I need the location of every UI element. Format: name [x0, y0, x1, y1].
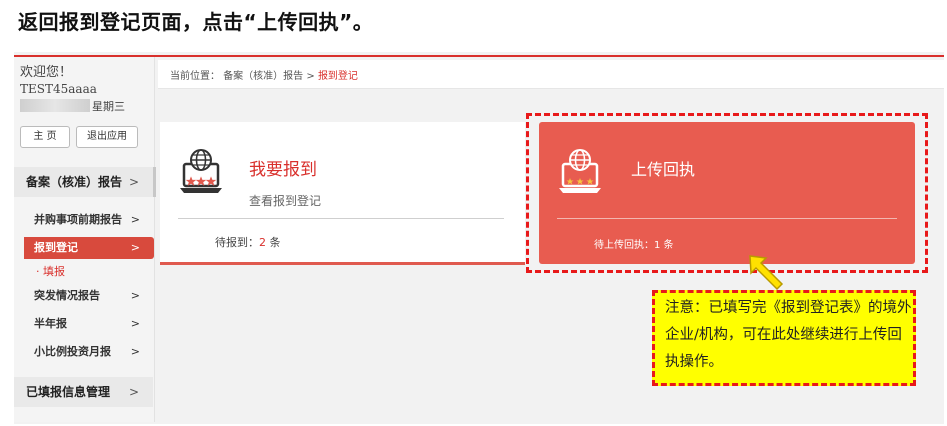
status-unit: 条 — [269, 236, 281, 249]
sidebar: 欢迎您！ TEST45aaaa 星期三 主 页 退出应用 备案（核准）报告 > … — [14, 57, 156, 422]
card-report-desc[interactable]: 查看报到登记 — [249, 192, 321, 209]
sidebar-item-registration[interactable]: 报到登记 > — [24, 237, 154, 259]
breadcrumb-current: 报到登记 — [317, 71, 358, 82]
welcome-text: 欢迎您！ — [20, 65, 73, 80]
breadcrumb: 当前位置： 备案（核准）报告 > 报到登记 — [158, 60, 944, 89]
chevron-right-icon: > — [130, 289, 140, 302]
divider — [178, 218, 504, 219]
menu-filed-info-management[interactable]: 已填报信息管理 > — [14, 377, 153, 407]
highlight-dashed-box — [526, 113, 928, 273]
sidebar-item-label: 报到登记 — [34, 241, 78, 254]
sidebar-item-small-investment-monthly[interactable]: 小比例投资月报 > — [24, 341, 154, 363]
chevron-right-icon: > — [130, 213, 140, 226]
sidebar-item-label: 小比例投资月报 — [34, 345, 111, 358]
chevron-right-icon: > — [130, 345, 140, 358]
home-button[interactable]: 主 页 — [20, 126, 70, 148]
status-count: 2 — [259, 236, 266, 249]
card-report-status: 待报到：2 条 — [215, 234, 281, 250]
note-callout: 注意：已填写完《报到登记表》的境外企业/机构，可在此处继续进行上传回执操作。 — [652, 290, 916, 386]
sidebar-subitem-fill[interactable]: · 填报 — [36, 263, 65, 279]
weekday: 星期三 — [92, 100, 125, 113]
breadcrumb-text: 当前位置： 备案（核准）报告 > 报到登记 — [170, 67, 358, 82]
computer-monitor-icon — [180, 149, 222, 193]
sidebar-item-merger-prereport[interactable]: 并购事项前期报告 > — [24, 209, 154, 231]
sidebar-item-half-year-report[interactable]: 半年报 > — [24, 313, 154, 335]
chevron-right-icon: > — [130, 317, 140, 330]
status-label: 待报到： — [215, 236, 259, 249]
arrow-pointer-icon — [749, 255, 784, 291]
sidebar-item-emergency-report[interactable]: 突发情况报告 > — [24, 285, 154, 307]
sidebar-item-label: 并购事项前期报告 — [34, 213, 122, 226]
sidebar-item-label: 突发情况报告 — [34, 289, 100, 302]
instruction-title: 返回报到登记页面，点击“上传回执”。 — [18, 10, 374, 34]
card-report-title[interactable]: 我要报到 — [249, 155, 317, 180]
card-report-arrival[interactable]: 我要报到 查看报到登记 待报到：2 条 — [160, 122, 525, 265]
chevron-right-icon: > — [128, 385, 139, 399]
menu-filing-report[interactable]: 备案（核准）报告 > — [14, 167, 156, 197]
chevron-right-icon: > — [130, 241, 140, 254]
sidebar-item-label: 半年报 — [34, 317, 67, 330]
date-redacted — [20, 99, 90, 112]
chevron-right-icon: > — [128, 175, 139, 189]
globe-icon — [190, 149, 212, 171]
menu-filed-info-label: 已填报信息管理 — [26, 385, 111, 399]
menu-filing-report-label: 备案（核准）报告 — [26, 175, 123, 189]
username: TEST45aaaa — [20, 82, 97, 96]
breadcrumb-path[interactable]: 备案（核准）报告 > — [223, 71, 315, 82]
breadcrumb-prefix: 当前位置： — [170, 71, 220, 82]
exit-app-button[interactable]: 退出应用 — [76, 126, 138, 148]
